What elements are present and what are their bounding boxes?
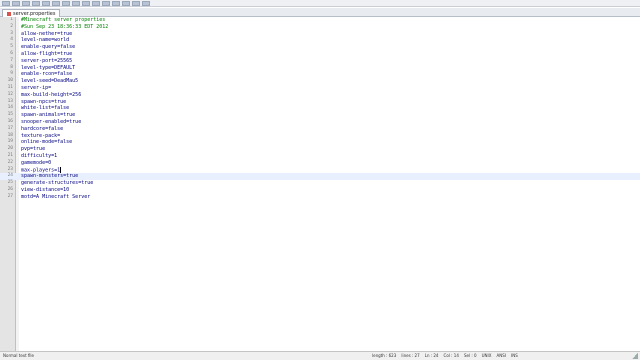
line-text: online-mode=false bbox=[21, 139, 73, 146]
editor-line[interactable]: 26 view-distance=10 bbox=[0, 187, 640, 194]
editor-line[interactable]: 10 level-seed=DeadMau5 bbox=[0, 78, 640, 85]
editor-line[interactable]: 17 hardcore=false bbox=[0, 126, 640, 133]
cut-icon[interactable] bbox=[62, 0, 70, 6]
editor-line[interactable]: 1 #Minecraft server properties bbox=[0, 17, 640, 24]
line-number: 22 bbox=[7, 159, 13, 165]
editor-line[interactable]: 3 allow-nether=true bbox=[0, 31, 640, 38]
save-all-icon[interactable] bbox=[32, 0, 40, 6]
line-text: server-ip= bbox=[21, 84, 52, 91]
line-number: 16 bbox=[7, 118, 13, 124]
editor-line[interactable]: 14 white-list=false bbox=[0, 105, 640, 112]
line-text: generate-structures=true bbox=[21, 180, 94, 187]
line-text: gamemode=0 bbox=[21, 159, 52, 166]
line-text: snooper-enabled=true bbox=[21, 118, 82, 125]
toolbar bbox=[0, 0, 640, 7]
line-number: 7 bbox=[10, 57, 13, 63]
status-file-type: Normal text file bbox=[3, 353, 35, 358]
replace-icon[interactable] bbox=[122, 0, 130, 6]
editor-line[interactable]: 15 spawn-animals=true bbox=[0, 112, 640, 119]
editor-line[interactable]: 8 level-type=DEFAULT bbox=[0, 65, 640, 72]
zoom-out-icon[interactable] bbox=[142, 0, 150, 6]
editor-line[interactable]: 2 #Sun Sep 23 18:36:33 EDT 2012 bbox=[0, 24, 640, 31]
print-icon[interactable] bbox=[52, 0, 60, 6]
line-text: server-port=25565 bbox=[21, 57, 73, 64]
line-number: 11 bbox=[7, 84, 13, 90]
line-text: level-type=DEFAULT bbox=[21, 64, 76, 71]
editor-line[interactable]: 18 texture-pack= bbox=[0, 133, 640, 140]
line-text: max-build-height=256 bbox=[21, 91, 82, 98]
zoom-in-icon[interactable] bbox=[132, 0, 140, 6]
tab-server-properties[interactable]: server.properties bbox=[2, 9, 61, 17]
editor-line[interactable]: 23 max-players=1 bbox=[0, 166, 640, 174]
line-text: spawn-monsters=true bbox=[21, 173, 79, 180]
editor-line[interactable]: 22 gamemode=0 bbox=[0, 160, 640, 167]
status-info: length : 623 lines : 27 Ln : 24 Col : 14… bbox=[372, 353, 518, 358]
editor-line[interactable]: 25 generate-structures=true bbox=[0, 180, 640, 187]
editor-line[interactable]: 4 level-name=world bbox=[0, 37, 640, 44]
line-number: 1 bbox=[10, 17, 13, 22]
tab-bar: server.properties bbox=[0, 8, 640, 17]
line-text: texture-pack= bbox=[21, 132, 61, 139]
line-text: allow-flight=true bbox=[21, 50, 73, 57]
editor-line[interactable]: 11 server-ip= bbox=[0, 85, 640, 92]
paste-icon[interactable] bbox=[82, 0, 90, 6]
open-file-icon[interactable] bbox=[12, 0, 20, 6]
editor-line[interactable]: 13 spawn-npcs=true bbox=[0, 99, 640, 106]
text-caret bbox=[60, 166, 62, 173]
copy-icon[interactable] bbox=[72, 0, 80, 6]
new-file-icon[interactable] bbox=[2, 0, 10, 6]
line-number: 6 bbox=[10, 50, 13, 56]
line-text: level-name=world bbox=[21, 37, 70, 44]
resize-grip-icon[interactable] bbox=[632, 353, 638, 359]
line-number: 12 bbox=[7, 91, 13, 97]
editor-line[interactable]: 27 motd=A Minecraft Server bbox=[0, 194, 640, 201]
status-bar: Normal text file length : 623 lines : 27… bbox=[0, 351, 640, 360]
editor-line[interactable]: 5 enable-query=false bbox=[0, 44, 640, 51]
line-text: motd=A Minecraft Server bbox=[21, 193, 91, 200]
line-text: view-distance=10 bbox=[21, 186, 70, 193]
line-number: 17 bbox=[7, 125, 13, 131]
line-text: enable-rcon=false bbox=[21, 71, 73, 78]
editor-line[interactable]: 24 spawn-monsters=true bbox=[0, 173, 640, 181]
line-number: 25 bbox=[7, 180, 13, 186]
line-number: 15 bbox=[7, 112, 13, 118]
editor-line[interactable]: 16 snooper-enabled=true bbox=[0, 119, 640, 126]
line-number: 21 bbox=[7, 152, 13, 158]
text-editor[interactable]: 1 #Minecraft server properties 2 #Sun Sep 2… bbox=[0, 17, 640, 351]
line-number: 20 bbox=[7, 146, 13, 152]
undo-icon[interactable] bbox=[92, 0, 100, 6]
line-number: 2 bbox=[10, 23, 13, 29]
line-text: white-list=false bbox=[21, 105, 70, 112]
editor-lines: 1 #Minecraft server properties 2 #Sun Sep 2… bbox=[0, 17, 640, 201]
editor-line[interactable]: 19 online-mode=false bbox=[0, 139, 640, 146]
line-text: #Minecraft server properties bbox=[21, 17, 106, 23]
line-text: pvp=true bbox=[21, 146, 46, 153]
line-number: 27 bbox=[7, 193, 13, 199]
file-modified-icon bbox=[7, 11, 11, 16]
editor-line[interactable]: 20 pvp=true bbox=[0, 146, 640, 153]
line-text: spawn-animals=true bbox=[21, 112, 76, 119]
line-text: hardcore=false bbox=[21, 125, 64, 132]
line-text: difficulty=1 bbox=[21, 152, 58, 159]
editor-line[interactable]: 7 server-port=25565 bbox=[0, 58, 640, 65]
find-icon[interactable] bbox=[112, 0, 120, 6]
editor-line[interactable]: 12 max-build-height=256 bbox=[0, 92, 640, 99]
line-number: 26 bbox=[7, 186, 13, 192]
line-text: level-seed=DeadMau5 bbox=[21, 78, 79, 85]
editor-line[interactable]: 6 allow-flight=true bbox=[0, 51, 640, 58]
line-text: allow-nether=true bbox=[21, 30, 73, 37]
line-text: enable-query=false bbox=[21, 44, 76, 51]
editor-line[interactable]: 21 difficulty=1 bbox=[0, 153, 640, 160]
line-number: 10 bbox=[7, 78, 13, 84]
editor-line[interactable]: 9 enable-rcon=false bbox=[0, 71, 640, 78]
line-number: 5 bbox=[10, 44, 13, 50]
line-text: spawn-npcs=true bbox=[21, 98, 67, 105]
line-text: #Sun Sep 23 18:36:33 EDT 2012 bbox=[21, 23, 109, 30]
save-icon[interactable] bbox=[22, 0, 30, 6]
redo-icon[interactable] bbox=[102, 0, 110, 6]
close-icon[interactable] bbox=[42, 0, 50, 6]
